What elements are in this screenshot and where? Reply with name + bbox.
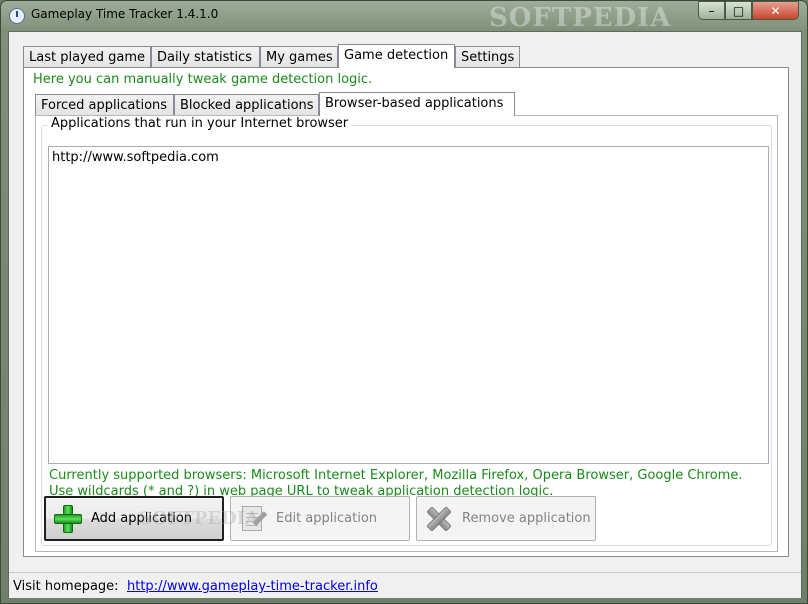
status-bar: Visit homepage: http://www.gameplay-time… xyxy=(9,572,801,598)
add-application-button[interactable]: Add application xyxy=(44,496,224,541)
edit-application-button[interactable]: Edit application xyxy=(230,496,410,541)
tab-daily-statistics[interactable]: Daily statistics xyxy=(151,46,260,68)
edit-application-label: Edit application xyxy=(276,511,378,526)
tab-my-games[interactable]: My games xyxy=(260,46,338,68)
tab-settings[interactable]: Settings xyxy=(455,46,520,68)
plus-icon xyxy=(53,504,83,534)
clock-icon xyxy=(9,8,25,24)
app-window: Gameplay Time Tracker 1.4.1.0 SOFTPEDIA … xyxy=(0,0,808,604)
softpedia-watermark: SOFTPEDIA xyxy=(489,3,672,33)
homepage-label: Visit homepage: xyxy=(13,579,119,594)
minimize-button[interactable]: – xyxy=(698,1,725,20)
supported-browsers-text: Currently supported browsers: Microsoft … xyxy=(49,468,743,483)
window-title: Gameplay Time Tracker 1.4.1.0 xyxy=(31,7,219,21)
group-label: Applications that run in your Internet b… xyxy=(48,116,352,131)
game-detection-panel: Here you can manually tweak game detecti… xyxy=(23,67,789,557)
list-item[interactable]: http://www.softpedia.com xyxy=(52,149,765,166)
applications-list[interactable]: http://www.softpedia.com xyxy=(48,146,769,464)
maximize-button[interactable]: □ xyxy=(725,1,752,20)
tab-last-played-game[interactable]: Last played game xyxy=(23,46,151,68)
maximize-icon: □ xyxy=(732,3,745,18)
browser-apps-groupbox: Applications that run in your Internet b… xyxy=(41,116,772,546)
browser-apps-panel: Applications that run in your Internet b… xyxy=(35,115,778,552)
close-button[interactable]: ✕ xyxy=(752,1,799,20)
tab-forced-applications[interactable]: Forced applications xyxy=(35,94,174,116)
remove-application-button[interactable]: Remove application xyxy=(416,496,596,541)
minimize-icon: – xyxy=(708,3,715,18)
homepage-link[interactable]: http://www.gameplay-time-tracker.info xyxy=(127,579,378,594)
close-icon: ✕ xyxy=(770,3,781,18)
title-bar[interactable]: Gameplay Time Tracker 1.4.1.0 SOFTPEDIA … xyxy=(1,1,807,33)
edit-document-icon xyxy=(238,504,268,534)
client-area: Last played game Daily statistics My gam… xyxy=(8,31,802,598)
tab-blocked-applications[interactable]: Blocked applications xyxy=(174,94,319,116)
remove-application-label: Remove application xyxy=(462,511,591,526)
tab-browser-based-applications[interactable]: Browser-based applications xyxy=(319,92,515,116)
detection-intro: Here you can manually tweak game detecti… xyxy=(33,72,373,87)
tab-game-detection[interactable]: Game detection xyxy=(338,44,455,68)
remove-x-icon xyxy=(424,504,454,534)
add-application-label: Add application xyxy=(91,511,193,526)
